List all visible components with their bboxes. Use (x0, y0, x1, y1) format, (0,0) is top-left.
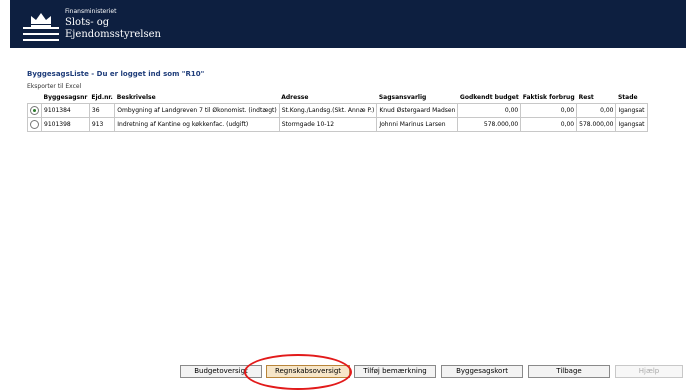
column-header: Rest (578, 93, 594, 101)
crown-logo-icon (31, 13, 51, 28)
column-header-select (28, 91, 42, 104)
column-header: Faktisk forbrug (522, 93, 575, 101)
cell-adresse: Stormgade 10-12 (278, 117, 378, 132)
cell-beskrivelse: Indretning af Kantine og køkkenfac. (udg… (114, 117, 280, 132)
logo-stripe (23, 27, 59, 29)
table-row[interactable]: 9101398 913 Indretning af Kantine og køk… (27, 117, 648, 132)
row-radio[interactable] (30, 120, 39, 129)
byggesagskort-button[interactable]: Byggesagskort (441, 365, 523, 378)
column-header: Ejd.nr. (91, 93, 113, 101)
row-select-cell[interactable] (27, 103, 42, 118)
cell-faktisk-forbrug: 0,00 (520, 103, 578, 118)
help-button[interactable]: Hjælp (615, 365, 683, 378)
export-excel-link[interactable]: Eksporter til Excel (27, 83, 81, 90)
highlight-ring (244, 354, 352, 390)
cell-sagsansvarlig: Knud Østergaard Madsen (376, 103, 459, 118)
row-select-cell[interactable] (27, 117, 42, 132)
table-row[interactable]: 9101384 36 Ombygning af Landgreven 7 til… (27, 103, 648, 118)
back-button[interactable]: Tilbage (528, 365, 610, 378)
add-remark-button[interactable]: Tilføj bemærkning (354, 365, 436, 378)
column-header: Byggesagsnr (43, 93, 88, 101)
column-header: Stade (617, 93, 638, 101)
column-header: Beskrivelse (116, 93, 156, 101)
cell-godkendt-budget: 578.000,00 (457, 117, 522, 132)
cell-rest: 0,00 (576, 103, 617, 118)
cell-sagsansvarlig: Johnni Marinus Larsen (376, 117, 459, 132)
logo-stripe (23, 33, 59, 35)
cell-byggesagsnr: 9101384 (41, 103, 90, 118)
agency-name-line2: Ejendomsstyrelsen (65, 29, 161, 40)
cell-stade: Igangsat (615, 103, 648, 118)
column-header: Adresse (281, 93, 309, 101)
cell-ejdnr: 913 (88, 117, 116, 132)
cell-rest: 578.000,00 (576, 117, 617, 132)
cell-godkendt-budget: 0,00 (457, 103, 522, 118)
cell-byggesagsnr: 9101398 (41, 117, 90, 132)
app-header: Finansministeriet Slots- og Ejendomsstyr… (10, 0, 686, 48)
ministry-name: Finansministeriet (65, 8, 117, 15)
column-header: Sagsansvarlig (378, 93, 427, 101)
page-title: ByggesagsListe - Du er logget ind som "R… (27, 70, 205, 78)
logo-stripe (23, 39, 59, 41)
column-header: Godkendt budget (459, 93, 519, 101)
agency-name-line1: Slots- og (65, 17, 110, 28)
cell-beskrivelse: Ombygning af Landgreven 7 til Økonomist.… (114, 103, 280, 118)
table-header-row: Byggesagsnr Ejd.nr. Beskrivelse Adresse … (28, 91, 648, 104)
cases-table: Byggesagsnr Ejd.nr. Beskrivelse Adresse … (27, 91, 648, 132)
cell-ejdnr: 36 (88, 103, 116, 118)
cell-faktisk-forbrug: 0,00 (520, 117, 578, 132)
cell-adresse: St.Kong./Landsg.(Skt. Annæ P.) (278, 103, 378, 118)
row-radio-selected[interactable] (30, 106, 39, 115)
cell-stade: Igangsat (615, 117, 648, 132)
